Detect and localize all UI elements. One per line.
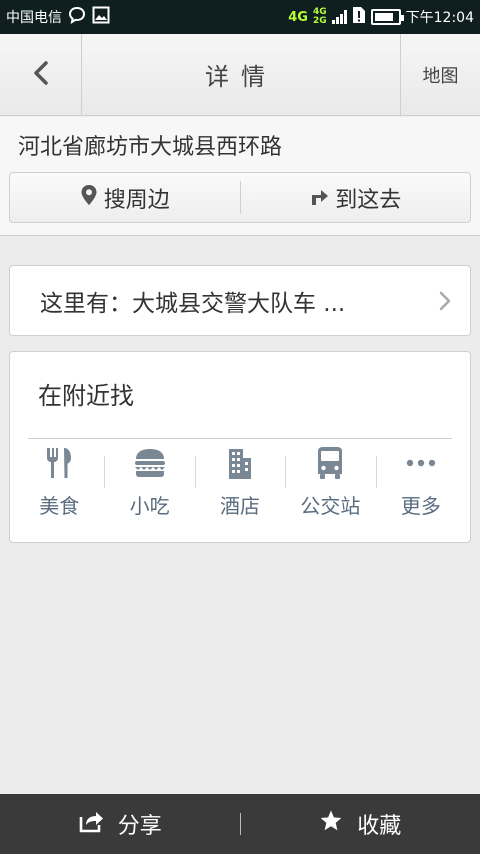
hotel-building-icon	[223, 446, 257, 480]
category-bus-stop[interactable]: 公交站	[285, 446, 375, 526]
category-food-label: 美食	[39, 494, 80, 518]
fork-knife-icon	[42, 446, 76, 480]
clock: 下午12:04	[405, 10, 474, 26]
favorite-button[interactable]: 收藏	[241, 808, 480, 840]
category-snack[interactable]: 小吃	[104, 446, 194, 526]
carrier-label: 中国电信	[6, 10, 62, 26]
go-here-label: 到这去	[335, 187, 402, 213]
search-nearby-button[interactable]: 搜周边	[10, 173, 240, 222]
back-button[interactable]	[0, 34, 82, 116]
share-button[interactable]: 分享	[0, 808, 240, 840]
network-bottom-label: 2G	[312, 16, 327, 26]
favorite-label: 收藏	[357, 814, 402, 839]
turn-arrow-icon	[309, 184, 329, 212]
bottom-action-bar: 分享 收藏	[0, 794, 480, 854]
bus-icon	[313, 446, 347, 480]
nearby-title: 在附近找	[38, 382, 134, 410]
category-more[interactable]: 更多	[375, 446, 466, 526]
category-snack-label: 小吃	[129, 494, 170, 518]
map-button[interactable]: 地图	[400, 34, 480, 116]
network-type-4g: 4G	[288, 9, 308, 25]
signal-icon	[331, 10, 347, 24]
category-more-label: 更多	[400, 494, 441, 518]
nearby-categories: 美食 小吃 酒店 公交站 更多	[14, 446, 466, 526]
go-here-button[interactable]: 到这去	[241, 173, 471, 222]
star-icon	[319, 809, 343, 839]
location-pin-icon	[80, 184, 98, 212]
title-bar: 详情 地图	[0, 34, 480, 116]
network-type-stack: 4G 2G	[313, 8, 327, 26]
gallery-icon	[92, 6, 110, 28]
category-food[interactable]: 美食	[14, 446, 104, 526]
chevron-left-icon	[30, 60, 52, 90]
chevron-right-icon	[434, 290, 456, 312]
poi-here-text: 这里有：大城县交警大队车 ...	[40, 290, 346, 317]
chat-icon	[68, 6, 86, 28]
nearby-card: 在附近找 美食 小吃 酒店 公交站 更多	[9, 351, 471, 543]
address-actions: 搜周边 到这去	[9, 172, 471, 223]
more-dots-icon	[404, 446, 438, 480]
battery-icon	[370, 9, 404, 25]
category-hotel[interactable]: 酒店	[194, 446, 285, 526]
poi-here-row[interactable]: 这里有：大城县交警大队车 ...	[9, 265, 471, 336]
burger-icon	[133, 446, 167, 480]
sim-alert-icon	[352, 6, 366, 28]
status-bar: 中国电信 4G 4G 2G 下午12:04	[0, 0, 480, 34]
address-section: 河北省廊坊市大城县西环路 搜周边 到这去	[0, 117, 480, 236]
category-hotel-label: 酒店	[220, 494, 261, 518]
category-bus-stop-label: 公交站	[300, 494, 361, 518]
search-nearby-label: 搜周边	[103, 187, 170, 213]
share-label: 分享	[117, 814, 162, 839]
page-title: 详情	[205, 63, 277, 91]
share-icon	[78, 809, 104, 839]
address-text: 河北省廊坊市大城县西环路	[18, 135, 283, 160]
nearby-divider	[28, 438, 452, 439]
